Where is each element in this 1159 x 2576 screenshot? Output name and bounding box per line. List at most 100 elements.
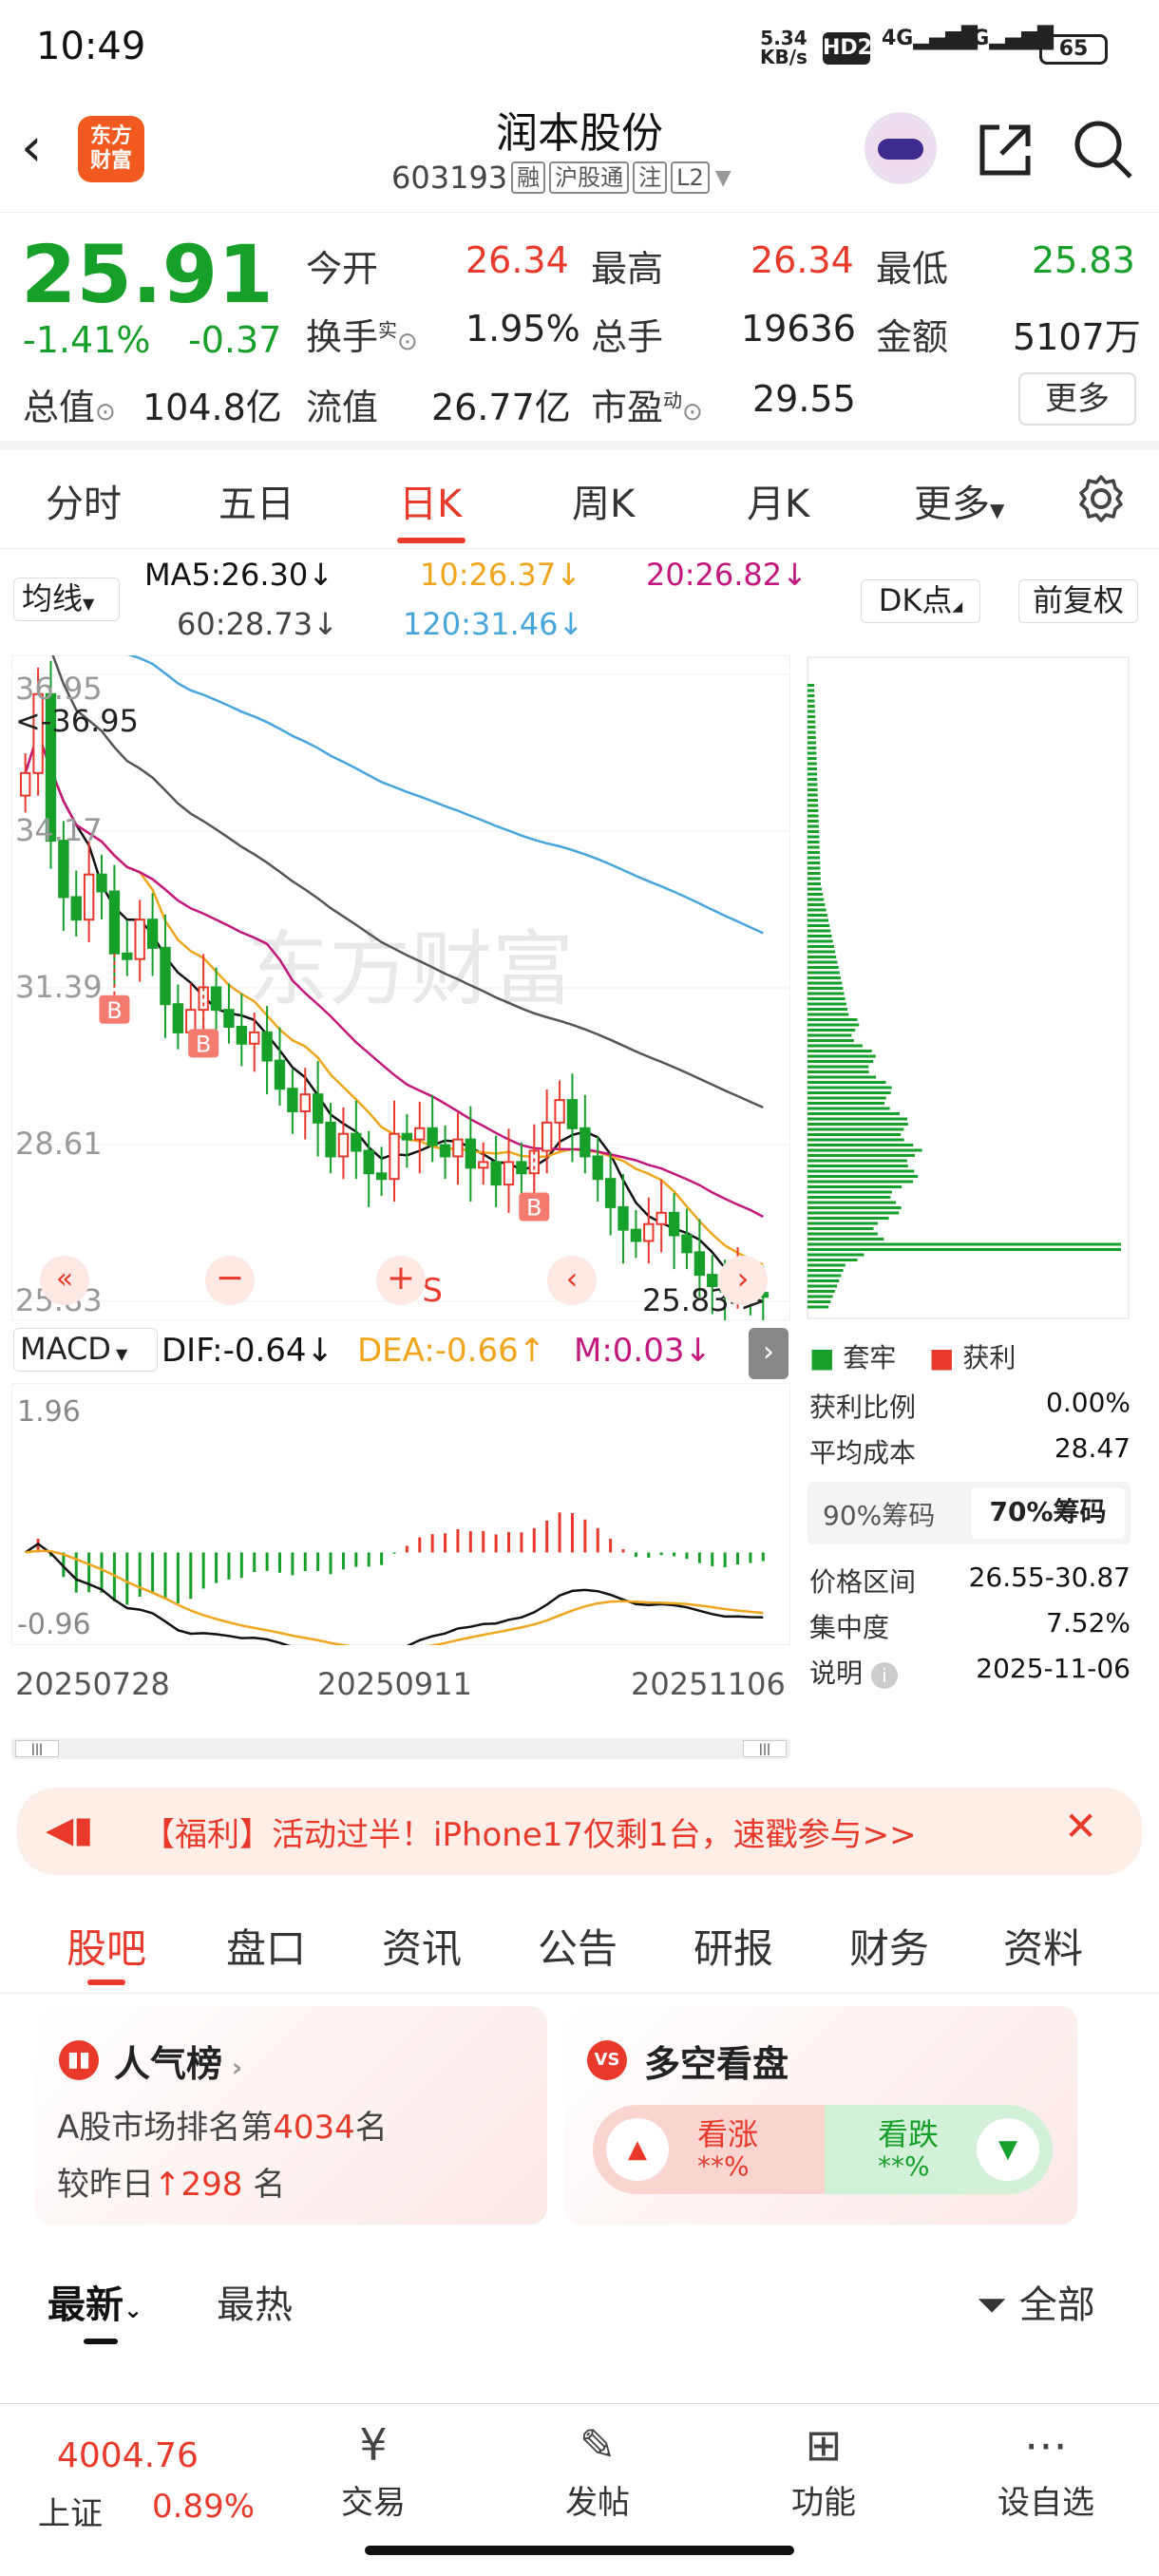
- date-label-2: 20250911: [317, 1666, 472, 1702]
- kline-chart[interactable]: 东方财富 36.9534.1731.3928.6125.83<-36.9525.…: [10, 525, 791, 1326]
- indicator-selector[interactable]: MACD ▼: [13, 1328, 158, 1372]
- tab-more[interactable]: 更多▼: [914, 473, 1004, 528]
- tab-daily-k[interactable]: 日K: [399, 473, 462, 528]
- tab-finance[interactable]: 财务: [849, 1917, 929, 1975]
- nav-functions[interactable]: ⊞ 功能: [762, 2419, 885, 2523]
- vote-up-button[interactable]: ▲ 看涨 **%: [593, 2105, 825, 2194]
- chip-bar: [808, 924, 830, 927]
- latest-indicator: [84, 2339, 118, 2344]
- turnover-label[interactable]: 换手实⊙: [306, 308, 418, 360]
- chip-bar: [808, 919, 829, 922]
- pe-label[interactable]: 市盈动⊙: [591, 378, 703, 430]
- chip-bar: [808, 1002, 846, 1006]
- mcap-label[interactable]: 总值⊙: [23, 378, 116, 430]
- dk-point-button[interactable]: DK点◢: [861, 579, 980, 623]
- tab-5day[interactable]: 五日: [218, 473, 294, 528]
- chart-scrollbar[interactable]: ||| |||: [11, 1738, 790, 1759]
- nav-post[interactable]: ✎ 发帖: [536, 2419, 659, 2523]
- nav-watchlist[interactable]: ⋯ 设自选: [984, 2419, 1108, 2523]
- tab-news[interactable]: 资讯: [382, 1917, 462, 1975]
- scroll-left-icon[interactable]: «: [40, 1256, 89, 1305]
- candle: [401, 1132, 413, 1141]
- promo-banner[interactable]: ◀▮ 【福利】活动过半！iPhone17仅剩1台，速戳参与>> ✕: [17, 1788, 1142, 1875]
- chip-bar: [808, 945, 834, 948]
- tab-latest[interactable]: 最新⌄: [48, 2274, 142, 2329]
- sentiment-card[interactable]: VS 多空看盘 ▲ 看涨 **% 看跌 **% ▼: [564, 2006, 1077, 2225]
- tab-weekly-k[interactable]: 周K: [572, 473, 635, 528]
- chip-bar: [808, 1117, 907, 1121]
- more-button[interactable]: 更多: [1018, 372, 1136, 426]
- candle: [325, 1121, 336, 1158]
- assistant-avatar[interactable]: [864, 112, 937, 184]
- chip-bar: [808, 741, 817, 745]
- chip-bar: [808, 1039, 854, 1042]
- tab-hot[interactable]: 最热: [217, 2274, 293, 2329]
- step-back-icon[interactable]: ‹: [547, 1256, 597, 1305]
- zoom-out-icon[interactable]: −: [205, 1256, 255, 1305]
- chip-bar: [808, 987, 844, 990]
- volume-label: 总手: [591, 316, 664, 358]
- candle: [516, 1161, 527, 1175]
- chip-bar: [808, 788, 818, 791]
- chip-bar: [808, 783, 818, 786]
- popularity-card[interactable]: ▮▮ 人气榜 › A股市场排名第4034名 较昨日↑298 名: [34, 2006, 547, 2225]
- chip-bar: [808, 1253, 864, 1257]
- down-value: **%: [878, 2150, 930, 2182]
- candle: [134, 919, 145, 960]
- chip-distribution[interactable]: [806, 655, 1130, 1320]
- candle: [452, 1138, 464, 1158]
- concentration-label: 集中度: [809, 1612, 890, 1643]
- last-price: 25.91: [21, 228, 274, 321]
- expand-icon[interactable]: ›: [749, 1328, 788, 1379]
- chip-bar: [808, 1295, 833, 1298]
- chip-bar: [808, 1050, 872, 1052]
- zoom-in-icon[interactable]: +: [376, 1256, 426, 1305]
- close-icon[interactable]: ✕: [1064, 1803, 1097, 1849]
- candle: [299, 1093, 311, 1112]
- amount-value: 5107万: [1013, 316, 1141, 358]
- tab-profile[interactable]: 资料: [1003, 1917, 1083, 1975]
- active-tab-indicator: [397, 538, 466, 543]
- tab-intraday[interactable]: 分时: [46, 473, 122, 528]
- macd-dif: DIF:-0.64↓: [162, 1332, 334, 1370]
- chip-bar: [808, 841, 820, 843]
- chip-bar: [808, 1133, 902, 1136]
- settings-icon[interactable]: [1075, 473, 1127, 528]
- chip-bar: [808, 751, 817, 755]
- home-indicator: [365, 2546, 794, 2555]
- chip-bar: [808, 893, 824, 896]
- candle: [312, 1093, 324, 1124]
- chip-bar: [808, 835, 820, 839]
- ma-selector[interactable]: 均线▼: [13, 578, 120, 621]
- stock-code-row[interactable]: 603193 融 沪股通 注 L2 ▼: [391, 160, 732, 196]
- candle: [363, 1149, 374, 1175]
- share-icon[interactable]: [975, 120, 1036, 184]
- tab-research[interactable]: 研报: [694, 1917, 773, 1975]
- nav-trade[interactable]: ¥ 交易: [312, 2419, 435, 2523]
- search-icon[interactable]: [1072, 118, 1134, 184]
- tab-70-chip[interactable]: 70%筹码: [971, 1487, 1125, 1539]
- filter-button[interactable]: ⏷ 全部: [977, 2274, 1095, 2329]
- quote-panel: 25.91 -1.41% -0.37 今开 26.34 最高 26.34 最低 …: [0, 213, 1159, 450]
- tab-forum[interactable]: 股吧: [66, 1917, 146, 1975]
- tab-90-chip[interactable]: 90%筹码: [823, 1495, 935, 1533]
- tab-monthly-k[interactable]: 月K: [747, 473, 809, 528]
- chip-bar: [808, 793, 818, 797]
- svg-text:-0.96: -0.96: [17, 1608, 91, 1641]
- index-value[interactable]: 4004.76: [57, 2436, 199, 2475]
- avg-cost-label: 平均成本: [809, 1437, 917, 1468]
- amount-label: 金额: [876, 316, 949, 358]
- y-tick-label: 34.17: [15, 812, 103, 848]
- date-label-3: 20251106: [631, 1666, 786, 1702]
- price-adjust-button[interactable]: 前复权: [1018, 579, 1138, 623]
- tab-orderbook[interactable]: 盘口: [226, 1917, 306, 1975]
- buy-signal-label: B: [526, 1195, 542, 1222]
- note-label[interactable]: 说明 i: [809, 1653, 898, 1691]
- forum-tab-indicator: [87, 1979, 125, 1985]
- tab-announcements[interactable]: 公告: [538, 1917, 618, 1975]
- vote-down-button[interactable]: 看跌 **% ▼: [825, 2105, 1053, 2194]
- step-forward-icon[interactable]: ›: [718, 1256, 768, 1305]
- chip-bar: [808, 830, 820, 833]
- buy-signal-label: B: [196, 1031, 211, 1057]
- chip-bar: [808, 715, 816, 718]
